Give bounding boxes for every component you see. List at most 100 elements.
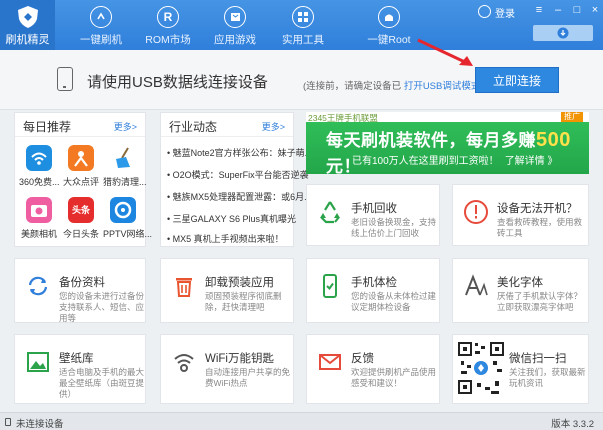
news-item[interactable]: • 魅蓝Note2官方样张公布：妹子萌...: [167, 146, 312, 159]
tile-desc: 您的设备从未体检过建议定期体检设备: [351, 291, 437, 312]
warning-icon: [464, 200, 488, 224]
maximize-icon[interactable]: □: [571, 4, 583, 16]
panel-header: 行业动态 更多>: [161, 113, 293, 137]
tile-wifi-key[interactable]: WiFi万能钥匙 自动连接用户共享的免费WiFi热点: [160, 334, 294, 404]
menu-icon[interactable]: ≡: [533, 4, 545, 16]
banner-detail-link[interactable]: 了解详情 》: [505, 156, 558, 167]
nav-label: ROM市场: [145, 34, 191, 46]
nav-one-click-root[interactable]: 一键Root: [354, 0, 424, 50]
font-icon: [465, 274, 488, 296]
tile-cannot-boot[interactable]: 设备无法开机？ 查看救砖教程，使用救砖工具: [452, 184, 589, 246]
news-item[interactable]: • 三星GALAXY S6 Plus真机曝光: [167, 212, 296, 225]
connect-hint-text: (连接前，请确定设备已: [303, 81, 402, 92]
industry-news-panel: 行业动态 更多> • 魅蓝Note2官方样张公布：妹子萌... • O2O模式：…: [160, 112, 312, 247]
top-header: 刷机精灵 一键刷机 R ROM市场 应用游戏 实用工具 一键Root 登录 ≡ …: [0, 0, 603, 50]
app-item[interactable]: 大众点评: [61, 145, 101, 188]
recycle-icon: [320, 201, 340, 224]
news-item[interactable]: • MX5 真机上手视频出来啦！: [167, 232, 284, 245]
nav-tools[interactable]: 实用工具: [268, 0, 338, 50]
logo-shield-icon: [18, 6, 38, 28]
tile-uninstall[interactable]: 卸载预装应用 顽固预装程序彻底删除，赶快清理吧: [160, 258, 294, 323]
news-item[interactable]: • O2O模式：SuperFix平台能否逆袭: [167, 168, 309, 181]
status-bar: 未连接设备 版本 3.3.2: [0, 412, 603, 430]
wallpaper-icon: [27, 352, 49, 372]
ad-badge: 推广: [561, 112, 583, 122]
app-label: 美颜相机: [20, 229, 57, 239]
tile-phone-check[interactable]: 手机体检 您的设备从未体检过建议定期体检设备: [306, 258, 440, 323]
tile-title: 壁纸库: [59, 353, 94, 365]
daily-recommend-panel: 每日推荐 更多> 360免费... 大众点评 猎豹清理... 美颜相机 头条 今…: [14, 112, 153, 247]
tile-feedback[interactable]: 反馈 欢迎提供刷机产品使用感受和建议！: [306, 334, 440, 404]
tile-title: 设备无法开机？: [497, 203, 578, 215]
tile-backup[interactable]: 备份资料 您的设备未进行过备份支持联系人、短信、应用等: [14, 258, 146, 323]
tile-title: 手机体检: [351, 277, 397, 289]
app-label: 猎豹清理...: [103, 177, 147, 187]
app-store-icon: [224, 6, 246, 28]
connection-status: 未连接设备: [16, 419, 64, 430]
tile-title: 备份资料: [59, 277, 105, 289]
download-icon: [557, 27, 569, 39]
tile-desc: 适合电脑及手机的最大最全壁纸库（由斑豆提供）: [59, 367, 145, 399]
panel-title: 行业动态: [169, 120, 218, 134]
nav-label: 应用游戏: [214, 34, 256, 46]
app-item[interactable]: PPTV网络...: [103, 197, 153, 240]
app-name: 刷机精灵: [5, 34, 50, 46]
app-label: 大众点评: [62, 177, 99, 187]
tile-desc: 关注我们，获取最新玩机资讯: [509, 367, 586, 388]
app-item[interactable]: 美颜相机: [19, 197, 59, 240]
tile-wallpaper[interactable]: 壁纸库 适合电脑及手机的最大最全壁纸库（由斑豆提供）: [14, 334, 146, 404]
tile-title: WiFi万能钥匙: [205, 353, 274, 365]
trash-icon: [176, 278, 192, 297]
more-link[interactable]: 更多>: [262, 120, 285, 133]
toutiao-app-icon: 头条: [68, 197, 94, 223]
connect-now-button[interactable]: 立即连接: [475, 67, 559, 93]
qr-code-icon: [457, 339, 505, 399]
tile-desc: 欢迎提供刷机产品使用感受和建议！: [351, 367, 437, 388]
connect-hint: (连接前，请确定设备已 打开USB调试模式 ): [303, 78, 486, 92]
close-icon[interactable]: ×: [589, 4, 601, 16]
nav-apps-games[interactable]: 应用游戏: [200, 0, 270, 50]
download-button[interactable]: [533, 25, 593, 41]
pptv-app-icon: [110, 197, 136, 223]
tile-desc: 厌倦了手机默认字体？立即获取漂亮字体吧: [497, 291, 583, 312]
mail-icon: [319, 354, 341, 370]
news-item[interactable]: • 魅族MX5处理器配置泄露：或6月...: [167, 190, 312, 203]
connect-title: 请使用USB数据线连接设备: [87, 74, 268, 91]
app-window: 刷机精灵 一键刷机 R ROM市场 应用游戏 实用工具 一键Root 登录 ≡ …: [0, 0, 603, 430]
nav-rom-market[interactable]: R ROM市场: [133, 0, 203, 50]
nav-one-click-flash[interactable]: 一键刷机: [66, 0, 136, 50]
red-arrow-icon: [417, 38, 473, 66]
tile-desc: 查看救砖教程，使用救砖工具: [497, 217, 583, 238]
device-icon: [5, 418, 11, 426]
sync-icon: [28, 276, 48, 296]
app-item[interactable]: 360免费...: [19, 145, 60, 188]
login-label: 登录: [495, 9, 515, 20]
wifi-key-icon: [174, 354, 194, 372]
camera-app-icon: [26, 197, 52, 223]
more-link[interactable]: 更多>: [114, 120, 137, 133]
tile-fonts[interactable]: 美化字体 厌倦了手机默认字体？立即获取漂亮字体吧: [452, 258, 589, 323]
tile-wechat[interactable]: 微信扫一扫 关注我们，获取最新玩机资讯: [452, 334, 589, 404]
app-item[interactable]: 猎豹清理...: [103, 145, 147, 188]
app-logo[interactable]: 刷机精灵: [0, 0, 55, 50]
phone-check-icon: [323, 274, 337, 298]
rom-icon: R: [157, 6, 179, 28]
tile-desc: 顽固预装程序彻底删除，赶快清理吧: [205, 291, 282, 312]
app-label: 360免费...: [19, 177, 60, 187]
tile-title: 反馈: [351, 353, 374, 365]
app-item[interactable]: 头条 今日头条: [61, 197, 101, 240]
banner-tag: 2345王牌手机联盟: [308, 113, 378, 123]
tile-phone-recycle[interactable]: 手机回收 老旧设备换现金，支持线上估价上门回收: [306, 184, 440, 246]
minimize-icon[interactable]: –: [552, 4, 564, 16]
promo-banner[interactable]: 2345王牌手机联盟 推广 每天刷机装软件，每月多赚500元！ 已有100万人在…: [306, 112, 589, 174]
app-label: PPTV网络...: [103, 229, 153, 239]
nav-label: 一键Root: [367, 34, 411, 46]
usb-debug-link[interactable]: 打开USB调试模式: [404, 81, 481, 92]
wifi-app-icon: [26, 145, 52, 171]
login-link[interactable]: 登录: [478, 4, 516, 20]
panel-title: 每日推荐: [23, 120, 72, 134]
broom-app-icon: [110, 145, 136, 171]
nav-label: 一键刷机: [80, 34, 122, 46]
phone-icon: [57, 67, 73, 91]
avatar-icon: [478, 5, 491, 18]
